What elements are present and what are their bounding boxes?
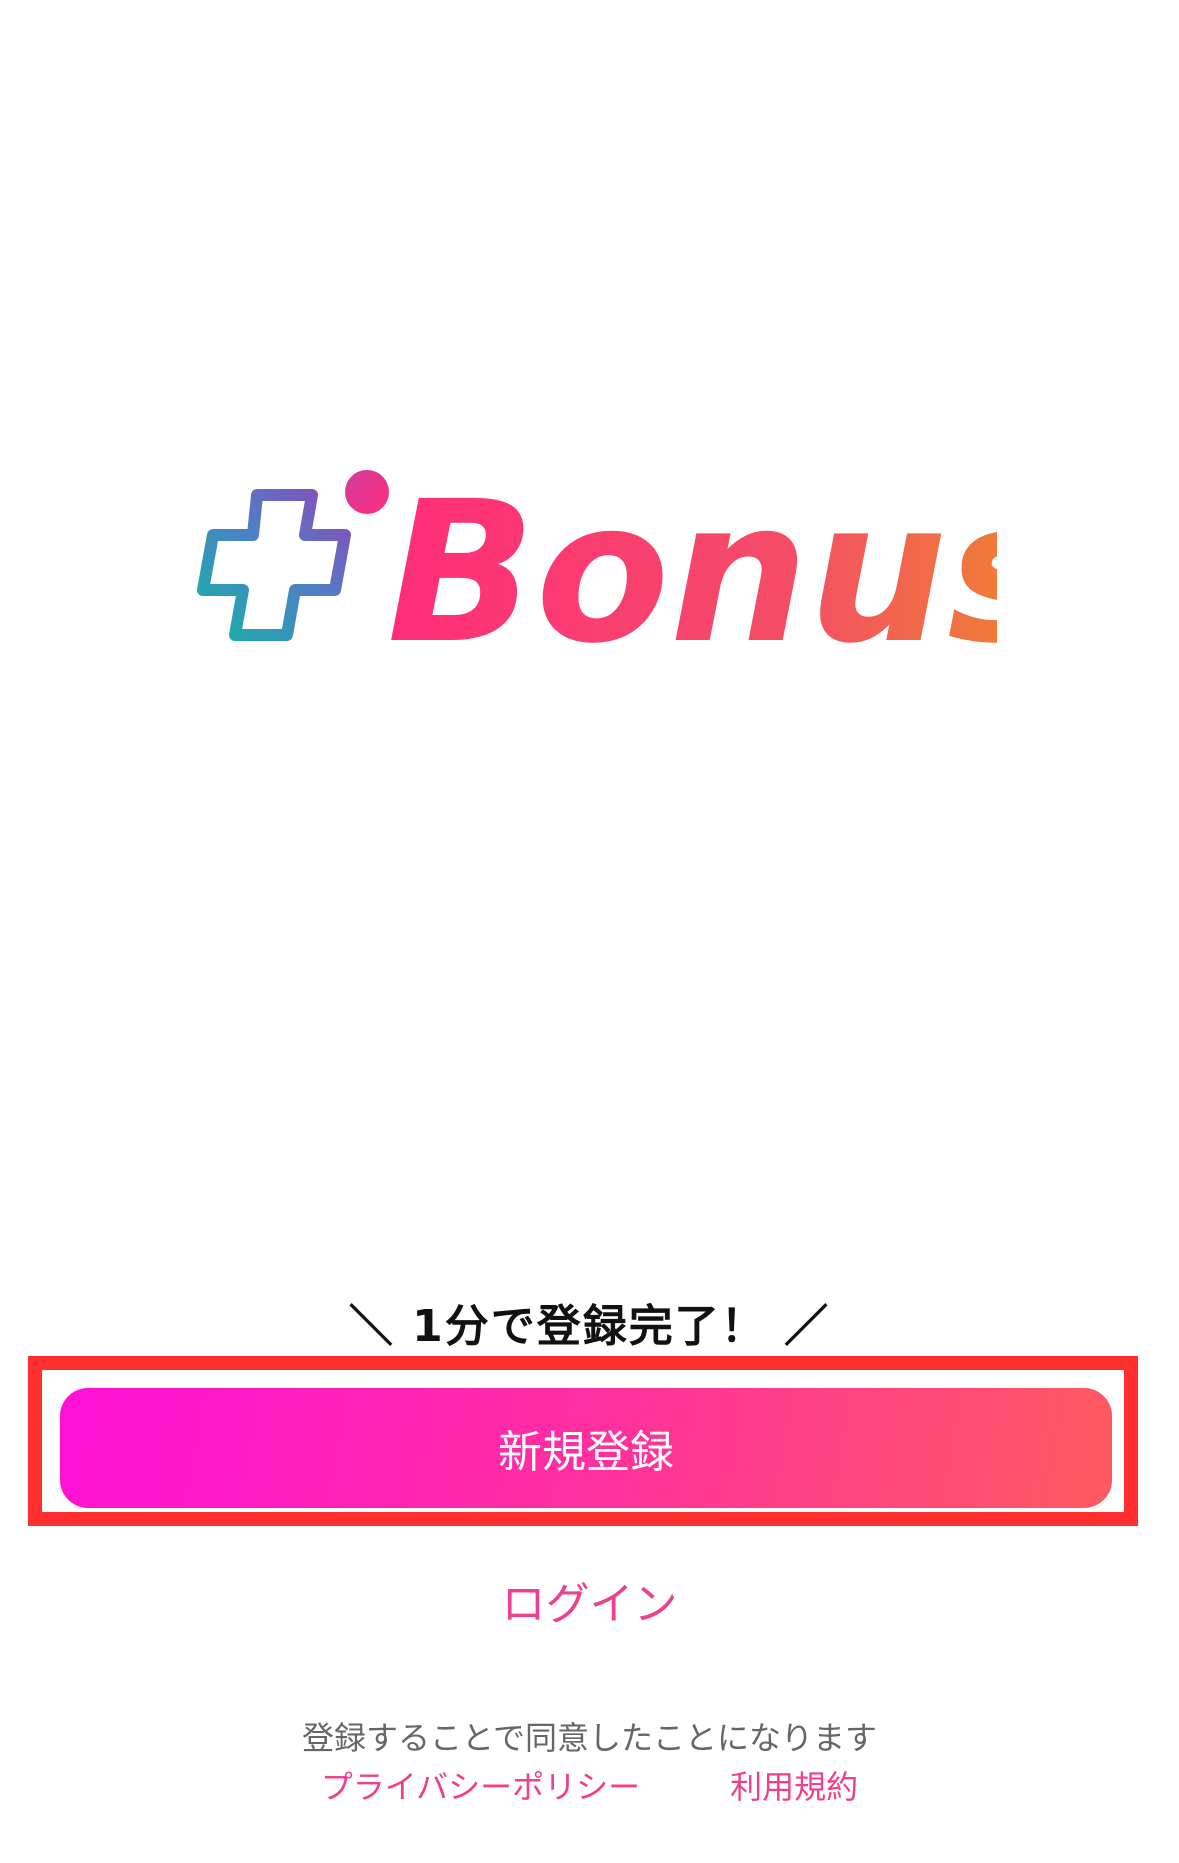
legal-links: プライバシーポリシー 利用規約 [0, 1762, 1179, 1808]
plus-i-icon: Bonus [197, 460, 997, 660]
app-logo: Bonus [197, 460, 997, 660]
svg-text:Bonus: Bonus [387, 460, 997, 660]
tagline: ＼ 1分で登録完了！ ／ [348, 1301, 831, 1352]
privacy-policy-link[interactable]: プライバシーポリシー [321, 1762, 640, 1808]
signup-button[interactable]: 新規登録 [60, 1388, 1112, 1508]
agreement-text: 登録することで同意したことになります [301, 1719, 878, 1757]
login-link[interactable]: ログイン [0, 1568, 1179, 1632]
terms-link[interactable]: 利用規約 [730, 1762, 858, 1808]
